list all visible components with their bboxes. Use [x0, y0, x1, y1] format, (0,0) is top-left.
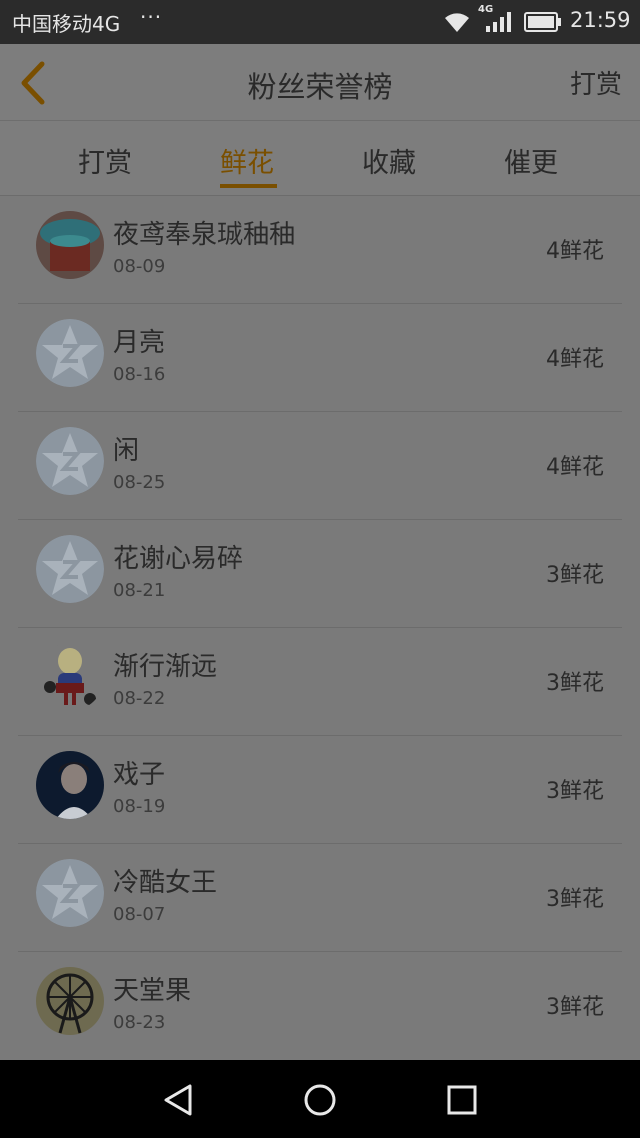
tab-urge-update[interactable]: 催更 — [504, 141, 558, 180]
flower-count: 3鲜花 — [546, 671, 604, 696]
more-notifications-icon: ··· — [140, 5, 163, 29]
tab-favorites[interactable]: 收藏 — [362, 141, 416, 180]
fan-name: 天堂果 — [113, 976, 192, 1006]
flower-count: 4鲜花 — [546, 347, 604, 372]
fan-date: 08-16 — [113, 364, 166, 385]
list-item[interactable]: 闲 08-25 4鲜花 — [0, 412, 640, 520]
fan-date: 08-25 — [113, 472, 166, 493]
status-bar: 中国移动4G ··· 4G 21:59 — [0, 0, 640, 44]
ferris-wheel-avatar — [36, 967, 104, 1035]
flower-count: 3鲜花 — [546, 887, 604, 912]
active-tab-indicator — [220, 184, 277, 188]
default-star-avatar — [36, 535, 104, 603]
default-star-avatar — [36, 427, 104, 495]
flower-count: 3鲜花 — [546, 563, 604, 588]
home-circle-icon[interactable] — [300, 1080, 340, 1120]
flower-count: 4鲜花 — [546, 239, 604, 264]
list-item[interactable]: 渐行渐远 08-22 3鲜花 — [0, 628, 640, 736]
signal-icon — [486, 12, 511, 32]
recents-square-icon[interactable] — [442, 1080, 482, 1120]
fan-name: 冷酷女王 — [113, 868, 218, 898]
page-title: 粉丝荣誉榜 — [247, 70, 393, 104]
clock: 21:59 — [570, 8, 631, 32]
fan-name: 夜鸢奉泉珹秞秞 — [113, 220, 296, 250]
battery-icon — [524, 12, 561, 32]
fan-date: 08-21 — [113, 580, 166, 601]
list-item[interactable]: 花谢心易碎 08-21 3鲜花 — [0, 520, 640, 628]
fan-name: 闲 — [113, 436, 140, 466]
default-star-avatar — [36, 859, 104, 927]
wifi-icon — [445, 13, 469, 32]
fan-name: 戏子 — [113, 760, 166, 790]
fan-date: 08-19 — [113, 796, 166, 817]
app-header: 粉丝荣誉榜 打赏 — [0, 44, 640, 121]
fan-date: 08-22 — [113, 688, 166, 709]
list-item[interactable]: 月亮 08-16 4鲜花 — [0, 304, 640, 412]
tip-button[interactable]: 打赏 — [570, 64, 622, 101]
system-navigation-bar — [0, 1060, 640, 1138]
fan-date: 08-07 — [113, 904, 166, 925]
photo-avatar-blue — [36, 211, 104, 279]
fan-date: 08-09 — [113, 256, 166, 277]
carrier-label: 中国移动4G — [12, 12, 121, 36]
fan-ranking-list: 夜鸢奉泉珹秞秞 08-09 4鲜花 月亮 08-16 4鲜花 闲 08-25 4… — [0, 196, 640, 1060]
flower-count: 4鲜花 — [546, 455, 604, 480]
fan-date: 08-23 — [113, 1012, 166, 1033]
cartoon-avatar — [36, 643, 104, 711]
list-item[interactable]: 夜鸢奉泉珹秞秞 08-09 4鲜花 — [0, 196, 640, 304]
flower-count: 3鲜花 — [546, 779, 604, 804]
photo-avatar-person — [36, 751, 104, 819]
tab-tip[interactable]: 打赏 — [78, 141, 132, 180]
default-star-avatar — [36, 319, 104, 387]
fan-name: 渐行渐远 — [113, 652, 218, 682]
flower-count: 3鲜花 — [546, 995, 604, 1020]
list-item[interactable]: 冷酷女王 08-07 3鲜花 — [0, 844, 640, 952]
list-item[interactable]: 天堂果 08-23 3鲜花 — [0, 952, 640, 1060]
tab-bar: 打赏 鲜花 收藏 催更 — [0, 121, 640, 196]
fan-name: 月亮 — [113, 328, 166, 358]
back-triangle-icon[interactable] — [158, 1080, 198, 1120]
fan-name: 花谢心易碎 — [113, 544, 244, 574]
tab-flowers[interactable]: 鲜花 — [220, 141, 274, 180]
list-item[interactable]: 戏子 08-19 3鲜花 — [0, 736, 640, 844]
